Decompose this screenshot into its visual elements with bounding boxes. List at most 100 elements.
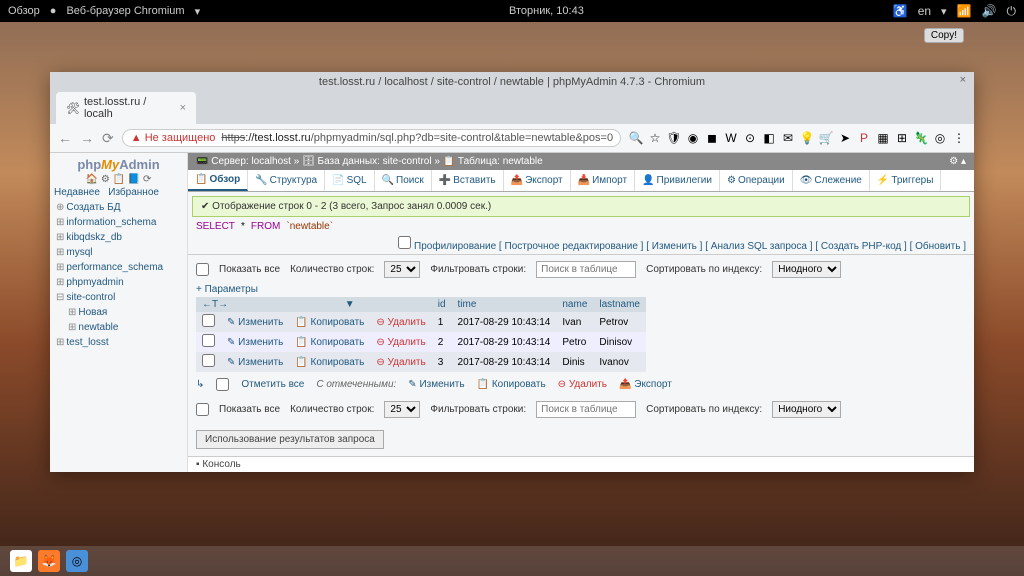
tab-operations[interactable]: ⚙ Операции	[720, 170, 793, 191]
db-child-selected[interactable]: ⊞newtable	[54, 320, 183, 335]
tab-browse[interactable]: 📋 Обзор	[188, 170, 248, 191]
db-child[interactable]: ⊞Новая	[54, 305, 183, 320]
url-input[interactable]: ▲ Не защищено https://test.losst.ru/phpm…	[122, 129, 621, 147]
browser-tab[interactable]: 🛠 test.losst.ru / localh ×	[56, 92, 196, 124]
row-edit[interactable]: ✎ Изменить	[221, 332, 289, 352]
row-edit[interactable]: ✎ Изменить	[221, 352, 289, 372]
bulk-export[interactable]: 📤 Экспорт	[619, 379, 672, 390]
row-checkbox[interactable]	[202, 334, 215, 347]
console-toggle[interactable]: ▪ Консоль	[188, 456, 974, 472]
tab-search[interactable]: 🔍 Поиск	[375, 170, 432, 191]
col-id[interactable]: id	[432, 297, 452, 312]
favicon-icon: 🛠	[66, 102, 80, 115]
params-toggle[interactable]: + Параметры	[188, 284, 974, 295]
desktop-topbar: Обзор ● Веб-браузер Chromium ▾ Вторник, …	[0, 0, 1024, 22]
inline-edit-link[interactable]: Построчное редактирование	[505, 241, 638, 252]
tab-tracking[interactable]: 👁 Слежение	[793, 170, 870, 191]
volume-icon[interactable]: 🔊	[982, 4, 997, 18]
pinterest-icon[interactable]: P	[857, 131, 871, 145]
analyze-link[interactable]: Анализ SQL запроса	[711, 241, 807, 252]
tab-import[interactable]: 📥 Импорт	[571, 170, 635, 191]
close-icon[interactable]: ×	[960, 74, 966, 86]
db-item[interactable]: ⊞phpmyadmin	[54, 275, 183, 290]
copy-button[interactable]: Copy!	[924, 28, 964, 43]
favorites-tab[interactable]: Избранное	[108, 187, 159, 198]
overview-label[interactable]: Обзор	[8, 5, 40, 17]
db-item[interactable]: ⊞information_schema	[54, 215, 183, 230]
reload-icon[interactable]: ⟳	[102, 130, 114, 147]
browser-window: test.losst.ru / localhost / site-control…	[50, 72, 974, 472]
col-name[interactable]: name	[556, 297, 593, 312]
dock-firefox-icon[interactable]: 🦊	[38, 550, 60, 572]
bulk-copy[interactable]: 📋 Копировать	[477, 379, 546, 390]
tab-sql[interactable]: 📄 SQL	[325, 170, 374, 191]
sidebar-quick-icons[interactable]: 🏠 ⚙ 📋 📘 ⟳	[54, 174, 183, 185]
tab-structure[interactable]: 🔧 Структура	[248, 170, 325, 191]
window-titlebar: test.losst.ru / localhost / site-control…	[50, 72, 974, 92]
pma-sidebar: phpMyAdmin 🏠 ⚙ 📋 📘 ⟳ Недавнее Избранное …	[50, 153, 188, 472]
sql-query: SELECT * FROM `newtable`	[196, 221, 966, 232]
browser-tabstrip: 🛠 test.losst.ru / localh × Copy!	[50, 92, 974, 124]
network-icon[interactable]: 📶	[957, 4, 972, 18]
row-checkbox[interactable]	[202, 354, 215, 367]
row-count-select[interactable]: 25	[384, 261, 420, 278]
profiling-checkbox[interactable]	[398, 236, 411, 249]
row-copy[interactable]: 📋 Копировать	[289, 312, 370, 332]
tab-export[interactable]: 📤 Экспорт	[504, 170, 571, 191]
address-bar: ← → ⟳ ▲ Не защищено https://test.losst.r…	[50, 124, 974, 153]
db-item[interactable]: ⊞kibqdskz_db	[54, 230, 183, 245]
controls-row-bottom: Показать все Количество строк: 25 Фильтр…	[188, 395, 974, 424]
col-time[interactable]: time	[452, 297, 557, 312]
php-link[interactable]: Создать PHP-код	[821, 241, 901, 252]
lang-indicator[interactable]: en	[918, 4, 931, 18]
col-lastname[interactable]: lastname	[593, 297, 646, 312]
a11y-icon[interactable]: ♿	[893, 4, 908, 18]
result-message: ✔ Отображение строк 0 - 2 (3 всего, Запр…	[192, 196, 970, 217]
check-all[interactable]	[216, 378, 229, 391]
extensions: 🔍☆ 🛡◉◼W ⊙◧✉💡 🛒➤P ▦⊞🦎◎ ⋮	[629, 131, 966, 145]
edit-link[interactable]: Изменить	[652, 241, 697, 252]
tab-privileges[interactable]: 👤 Привилегии	[635, 170, 720, 191]
back-icon[interactable]: ←	[58, 130, 72, 146]
row-copy[interactable]: 📋 Копировать	[289, 332, 370, 352]
pma-tabbar: 📋 Обзор 🔧 Структура 📄 SQL 🔍 Поиск ➕ Вста…	[188, 170, 974, 192]
dock-chromium-icon[interactable]: ◎	[66, 550, 88, 572]
tab-close-icon[interactable]: ×	[180, 102, 186, 114]
db-item-open[interactable]: ⊟site-control	[54, 290, 183, 305]
sort-select[interactable]: Ниодного	[772, 261, 841, 278]
db-item[interactable]: ⊞performance_schema	[54, 260, 183, 275]
recent-tab[interactable]: Недавнее	[54, 187, 100, 198]
db-item[interactable]: ⊞test_losst	[54, 335, 183, 350]
db-item[interactable]: ⊞mysql	[54, 245, 183, 260]
row-delete[interactable]: ⊖ Удалить	[370, 352, 431, 372]
query-results-panel: Использование результатов запроса	[196, 430, 384, 449]
show-all-checkbox[interactable]	[196, 263, 209, 276]
gear-icon[interactable]: ⚙ ▴	[949, 156, 966, 167]
row-copy[interactable]: 📋 Копировать	[289, 352, 370, 372]
dock-files-icon[interactable]: 📁	[10, 550, 32, 572]
search-icon[interactable]: 🔍	[629, 131, 643, 145]
row-delete[interactable]: ⊖ Удалить	[370, 332, 431, 352]
app-name[interactable]: Веб-браузер Chromium	[66, 5, 184, 17]
row-edit[interactable]: ✎ Изменить	[221, 312, 289, 332]
table-row: ✎ Изменить 📋 Копировать ⊖ Удалить 32017-…	[196, 352, 646, 372]
table-row: ✎ Изменить 📋 Копировать ⊖ Удалить 22017-…	[196, 332, 646, 352]
star-icon[interactable]: ☆	[648, 131, 662, 145]
refresh-link[interactable]: Обновить	[915, 241, 960, 252]
clock[interactable]: Вторник, 10:43	[509, 5, 584, 17]
bulk-delete[interactable]: ⊖ Удалить	[558, 379, 607, 390]
row-checkbox[interactable]	[202, 314, 215, 327]
table-row: ✎ Изменить 📋 Копировать ⊖ Удалить 12017-…	[196, 312, 646, 332]
bulk-edit[interactable]: ✎ Изменить	[408, 379, 464, 390]
filter-input[interactable]	[536, 261, 636, 278]
row-delete[interactable]: ⊖ Удалить	[370, 312, 431, 332]
tab-triggers[interactable]: ⚡ Триггеры	[870, 170, 942, 191]
pma-logo: phpMyAdmin	[54, 157, 183, 172]
menu-icon[interactable]: ⋮	[952, 131, 966, 145]
tab-insert[interactable]: ➕ Вставить	[432, 170, 504, 191]
power-icon[interactable]: ⏻	[1006, 4, 1016, 19]
create-db-link[interactable]: ⊕Создать БД	[54, 200, 183, 215]
forward-icon: →	[80, 130, 94, 146]
warning-icon: ▲	[131, 132, 142, 144]
desktop-dock: 📁 🦊 ◎	[0, 546, 1024, 576]
